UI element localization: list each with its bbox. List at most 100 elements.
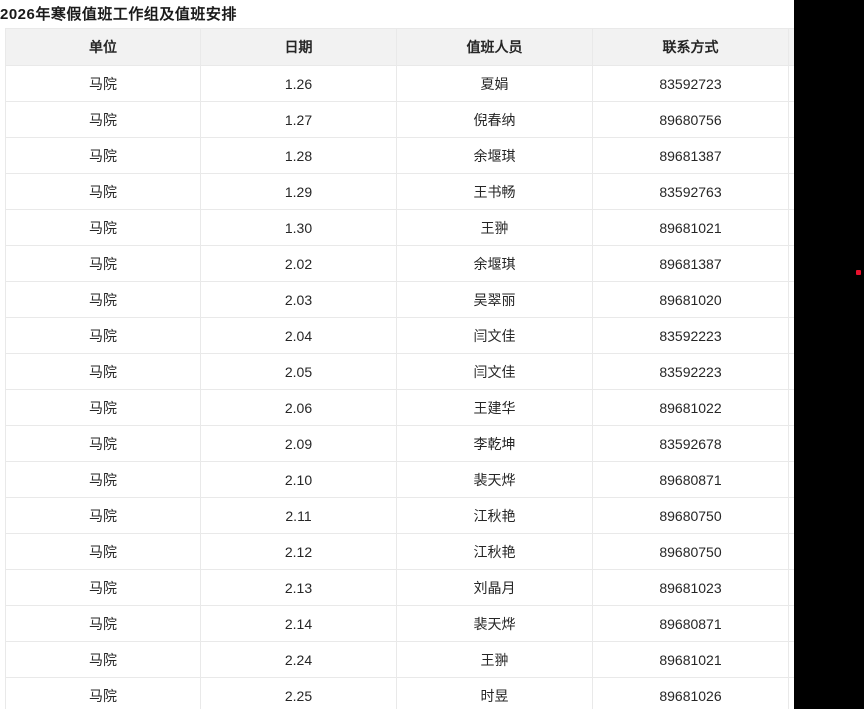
table-cell: 89680750 bbox=[593, 534, 789, 570]
table-cell: 马院 bbox=[6, 66, 201, 102]
table-cell: 2.05 bbox=[201, 354, 397, 390]
table-cell: 2.10 bbox=[201, 462, 397, 498]
table-cell: 89681021 bbox=[593, 210, 789, 246]
table-cell: 余堰琪 bbox=[397, 138, 593, 174]
duty-table: 单位日期值班人员联系方式 马院1.26夏娟83592723马院1.27倪春纳89… bbox=[5, 28, 795, 709]
table-row: 马院2.10裴天烨89680871 bbox=[6, 462, 795, 498]
header-row: 单位日期值班人员联系方式 bbox=[6, 29, 795, 66]
table-row: 马院2.02余堰琪89681387 bbox=[6, 246, 795, 282]
table-cell: 2.24 bbox=[201, 642, 397, 678]
table-cell: 马院 bbox=[6, 354, 201, 390]
table-cell: 马院 bbox=[6, 138, 201, 174]
table-cell: 马院 bbox=[6, 462, 201, 498]
table-cell: 王翀 bbox=[397, 642, 593, 678]
table-cell: 王书畅 bbox=[397, 174, 593, 210]
table-row: 马院1.26夏娟83592723 bbox=[6, 66, 795, 102]
table-cell: 2.14 bbox=[201, 606, 397, 642]
table-cell: 89681020 bbox=[593, 282, 789, 318]
table-cell: 2.06 bbox=[201, 390, 397, 426]
table-cell: 李乾坤 bbox=[397, 426, 593, 462]
table-row: 马院2.12江秋艳89680750 bbox=[6, 534, 795, 570]
column-header: 联系方式 bbox=[593, 29, 789, 66]
table-cell: 89680750 bbox=[593, 498, 789, 534]
table-cell: 1.26 bbox=[201, 66, 397, 102]
table-body: 马院1.26夏娟83592723马院1.27倪春纳89680756马院1.28余… bbox=[6, 66, 795, 709]
table-cell: 2.04 bbox=[201, 318, 397, 354]
table-row: 马院2.25时昱89681026 bbox=[6, 678, 795, 709]
table-cell: 89680871 bbox=[593, 462, 789, 498]
table-cell: 89681022 bbox=[593, 390, 789, 426]
table-row: 马院2.13刘晶月89681023 bbox=[6, 570, 795, 606]
table-row: 马院1.28余堰琪89681387 bbox=[6, 138, 795, 174]
table-cell: 王翀 bbox=[397, 210, 593, 246]
table-cell: 马院 bbox=[6, 318, 201, 354]
table-cell: 马院 bbox=[6, 570, 201, 606]
table-cell: 马院 bbox=[6, 606, 201, 642]
table-cell: 1.28 bbox=[201, 138, 397, 174]
table-row: 马院2.11江秋艳89680750 bbox=[6, 498, 795, 534]
table-cell: 马院 bbox=[6, 534, 201, 570]
table-cell: 马院 bbox=[6, 246, 201, 282]
table-cell: 马院 bbox=[6, 498, 201, 534]
table-cell: 马院 bbox=[6, 102, 201, 138]
table-cell: 89681021 bbox=[593, 642, 789, 678]
table-cell: 马院 bbox=[6, 390, 201, 426]
table-cell: 江秋艳 bbox=[397, 498, 593, 534]
table-cell: 2.02 bbox=[201, 246, 397, 282]
duty-table-container: 单位日期值班人员联系方式 马院1.26夏娟83592723马院1.27倪春纳89… bbox=[5, 28, 795, 709]
column-header: 单位 bbox=[6, 29, 201, 66]
recording-indicator-dot bbox=[856, 270, 861, 275]
table-cell: 2.09 bbox=[201, 426, 397, 462]
table-cell: 马院 bbox=[6, 426, 201, 462]
table-row: 马院2.05闫文佳83592223 bbox=[6, 354, 795, 390]
table-cell: 83592223 bbox=[593, 354, 789, 390]
table-cell: 余堰琪 bbox=[397, 246, 593, 282]
table-cell: 裴天烨 bbox=[397, 606, 593, 642]
table-row: 马院2.14裴天烨89680871 bbox=[6, 606, 795, 642]
table-cell: 1.27 bbox=[201, 102, 397, 138]
table-cell: 夏娟 bbox=[397, 66, 593, 102]
table-cell: 83592678 bbox=[593, 426, 789, 462]
page-title: 2026年寒假值班工作组及值班安排 bbox=[0, 3, 237, 24]
table-cell: 89681023 bbox=[593, 570, 789, 606]
screen-crop-black-region bbox=[794, 0, 864, 709]
table-cell: 1.30 bbox=[201, 210, 397, 246]
table-cell: 83592763 bbox=[593, 174, 789, 210]
table-cell: 2.12 bbox=[201, 534, 397, 570]
table-row: 马院2.04闫文佳83592223 bbox=[6, 318, 795, 354]
table-row: 马院1.30王翀89681021 bbox=[6, 210, 795, 246]
table-cell: 89681387 bbox=[593, 246, 789, 282]
table-cell: 倪春纳 bbox=[397, 102, 593, 138]
table-row: 马院2.06王建华89681022 bbox=[6, 390, 795, 426]
table-cell: 2.13 bbox=[201, 570, 397, 606]
table-cell: 闫文佳 bbox=[397, 318, 593, 354]
table-cell: 89681387 bbox=[593, 138, 789, 174]
table-cell: 马院 bbox=[6, 282, 201, 318]
table-cell: 马院 bbox=[6, 678, 201, 709]
table-cell: 时昱 bbox=[397, 678, 593, 709]
table-cell: 2.25 bbox=[201, 678, 397, 709]
table-cell: 马院 bbox=[6, 642, 201, 678]
table-cell: 2.11 bbox=[201, 498, 397, 534]
table-cell: 马院 bbox=[6, 210, 201, 246]
page: 2026年寒假值班工作组及值班安排 单位日期值班人员联系方式 马院1.26夏娟8… bbox=[0, 0, 864, 709]
table-row: 马院2.03吴翠丽89681020 bbox=[6, 282, 795, 318]
table-cell: 闫文佳 bbox=[397, 354, 593, 390]
table-cell: 马院 bbox=[6, 174, 201, 210]
table-cell: 1.29 bbox=[201, 174, 397, 210]
column-header: 值班人员 bbox=[397, 29, 593, 66]
table-row: 马院1.27倪春纳89680756 bbox=[6, 102, 795, 138]
table-cell: 89680871 bbox=[593, 606, 789, 642]
table-cell: 2.03 bbox=[201, 282, 397, 318]
table-cell: 刘晶月 bbox=[397, 570, 593, 606]
table-cell: 王建华 bbox=[397, 390, 593, 426]
table-cell: 83592223 bbox=[593, 318, 789, 354]
table-cell: 89681026 bbox=[593, 678, 789, 709]
table-row: 马院2.09李乾坤83592678 bbox=[6, 426, 795, 462]
table-cell: 83592723 bbox=[593, 66, 789, 102]
table-cell: 吴翠丽 bbox=[397, 282, 593, 318]
table-cell: 裴天烨 bbox=[397, 462, 593, 498]
table-row: 马院2.24王翀89681021 bbox=[6, 642, 795, 678]
table-cell: 89680756 bbox=[593, 102, 789, 138]
column-header: 日期 bbox=[201, 29, 397, 66]
